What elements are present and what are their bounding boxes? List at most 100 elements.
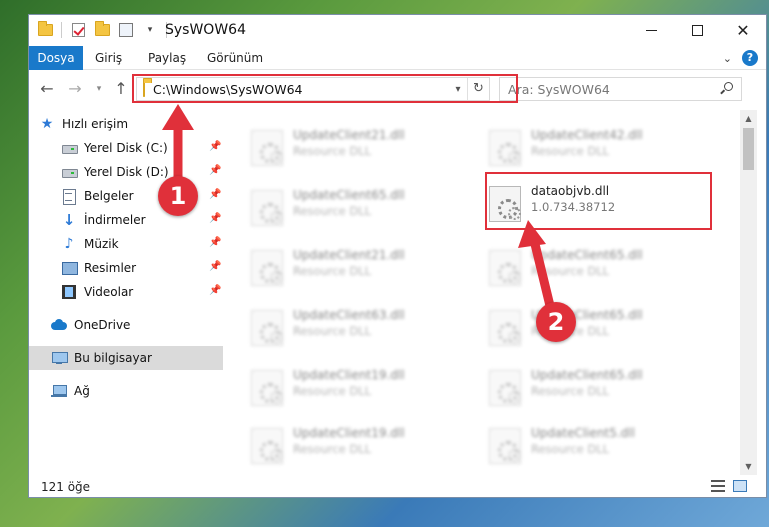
large-icons-view-icon[interactable]	[733, 480, 747, 492]
download-icon: ↓	[62, 211, 76, 229]
sidebar-item-network[interactable]: Ağ	[29, 379, 223, 403]
list-item[interactable]: UpdateClient65.dll Resource DLL	[481, 302, 701, 350]
new-folder-icon[interactable]	[94, 21, 110, 38]
step-badge-2: 2	[536, 302, 576, 342]
back-arrow-icon[interactable]: ←	[37, 79, 57, 99]
file-name: UpdateClient21.dll	[293, 128, 405, 142]
tab-file[interactable]: Dosya	[29, 46, 83, 70]
help-icon[interactable]: ?	[742, 50, 758, 66]
file-type: Resource DLL	[293, 144, 372, 158]
sidebar-item-local-disk-d[interactable]: Yerel Disk (D:) 📌	[29, 160, 223, 184]
sidebar-item-this-pc[interactable]: Bu bilgisayar	[29, 346, 223, 370]
pin-icon[interactable]: 📌	[209, 237, 221, 249]
vertical-scrollbar[interactable]: ▲ ▼	[740, 110, 757, 475]
up-arrow-icon[interactable]: ↑	[111, 79, 131, 99]
disk-icon	[61, 140, 78, 156]
dll-file-icon	[489, 130, 521, 166]
file-list: UpdateClient21.dll Resource DLL UpdateCl…	[223, 110, 741, 475]
navigation-pane: ★ Hızlı erişim Yerel Disk (C:) 📌 Yerel D…	[29, 110, 223, 475]
tab-view[interactable]: Görünüm	[196, 46, 274, 70]
sidebar-item-downloads[interactable]: ↓ İndirmeler 📌	[29, 208, 223, 232]
sidebar-item-music[interactable]: ♪ Müzik 📌	[29, 232, 223, 256]
customize-toolbar-chevron-icon[interactable]: ▾	[142, 22, 158, 38]
ribbon-tabs: Dosya Giriş Paylaş Görünüm ⌄ ?	[29, 46, 766, 70]
address-highlight-box	[132, 74, 518, 103]
sidebar-item-label: OneDrive	[74, 318, 131, 332]
forward-arrow-icon[interactable]: →	[65, 79, 85, 99]
documents-icon	[61, 188, 77, 205]
list-item[interactable]: UpdateClient21.dll Resource DLL	[243, 122, 463, 170]
pin-icon[interactable]: 📌	[209, 285, 221, 297]
sidebar-item-label: Hızlı erişim	[62, 117, 129, 131]
pin-icon[interactable]: 📌	[209, 165, 221, 177]
expand-ribbon-chevron-icon[interactable]: ⌄	[723, 52, 732, 65]
file-type: Resource DLL	[531, 384, 610, 398]
search-box[interactable]: Ara: SysWOW64	[499, 77, 742, 101]
maximize-button[interactable]	[674, 15, 720, 46]
folder-icon	[37, 21, 53, 38]
scroll-up-arrow-icon[interactable]: ▲	[740, 110, 757, 127]
file-name: UpdateClient19.dll	[293, 426, 405, 440]
videos-icon	[61, 284, 77, 300]
sidebar-item-local-disk-c[interactable]: Yerel Disk (C:) 📌	[29, 136, 223, 160]
list-item[interactable]: UpdateClient63.dll Resource DLL	[243, 302, 463, 350]
search-placeholder: Ara: SysWOW64	[508, 82, 610, 97]
file-name: UpdateClient65.dll	[293, 188, 405, 202]
file-explorer-window: ▾ SysWOW64 ✕ Dosya Giriş Paylaş Görünüm …	[28, 14, 767, 498]
tab-share[interactable]: Paylaş	[137, 46, 197, 70]
file-type: Resource DLL	[531, 442, 610, 456]
list-item[interactable]: UpdateClient42.dll Resource DLL	[481, 122, 701, 170]
file-type: Resource DLL	[531, 144, 610, 158]
close-icon: ✕	[736, 21, 750, 40]
list-item[interactable]: UpdateClient19.dll Resource DLL	[243, 362, 463, 410]
file-name: UpdateClient21.dll	[293, 248, 405, 262]
item-count: 121 öğe	[41, 480, 91, 494]
recent-locations-chevron-icon[interactable]: ▾	[89, 79, 109, 99]
close-button[interactable]: ✕	[720, 15, 766, 46]
file-name: UpdateClient65.dll	[531, 248, 643, 262]
sidebar-item-onedrive[interactable]: OneDrive	[29, 313, 223, 337]
dll-file-icon	[251, 250, 283, 286]
sidebar-item-label: Resimler	[84, 261, 137, 275]
file-name: UpdateClient42.dll	[531, 128, 643, 142]
title-bar: ▾ SysWOW64 ✕	[29, 15, 766, 46]
window-title: SysWOW64	[165, 22, 246, 38]
sidebar-item-label: Bu bilgisayar	[74, 351, 152, 365]
pin-icon[interactable]: 📌	[209, 141, 221, 153]
properties-check-icon[interactable]	[70, 22, 86, 38]
dll-file-icon	[251, 130, 283, 166]
maximize-icon	[691, 25, 703, 36]
list-item[interactable]: UpdateClient65.dll Resource DLL	[481, 242, 701, 290]
list-item[interactable]: UpdateClient5.dll Resource DLL	[481, 420, 701, 468]
details-view-icon[interactable]	[711, 480, 725, 492]
file-type: Resource DLL	[293, 264, 372, 278]
scroll-down-arrow-icon[interactable]: ▼	[740, 458, 757, 475]
dll-file-icon	[489, 428, 521, 464]
file-type: Resource DLL	[293, 442, 372, 456]
scrollbar-thumb[interactable]	[743, 128, 754, 170]
file-name: UpdateClient65.dll	[531, 368, 643, 382]
network-icon	[51, 383, 67, 399]
sidebar-item-pictures[interactable]: Resimler 📌	[29, 256, 223, 280]
list-item[interactable]: UpdateClient65.dll Resource DLL	[243, 182, 463, 230]
pin-icon[interactable]: 📌	[209, 213, 221, 225]
sidebar-item-quick-access[interactable]: ★ Hızlı erişim	[39, 112, 233, 136]
disk-icon	[61, 164, 78, 180]
dll-file-icon	[489, 250, 521, 286]
list-item[interactable]: UpdateClient21.dll Resource DLL	[243, 242, 463, 290]
pin-icon[interactable]: 📌	[209, 261, 221, 273]
step-badge-1: 1	[158, 176, 198, 216]
minimize-icon	[645, 30, 657, 31]
list-item[interactable]: UpdateClient65.dll Resource DLL	[481, 362, 701, 410]
pin-icon[interactable]: 📌	[209, 189, 221, 201]
minimize-button[interactable]	[628, 15, 674, 46]
onedrive-icon	[51, 317, 67, 333]
list-item[interactable]: UpdateClient19.dll Resource DLL	[243, 420, 463, 468]
dll-file-icon	[251, 370, 283, 406]
sidebar-item-videos[interactable]: Videolar 📌	[29, 280, 223, 304]
tab-home[interactable]: Giriş	[84, 46, 133, 70]
properties-icon[interactable]	[118, 22, 134, 38]
dll-file-icon	[251, 428, 283, 464]
search-icon[interactable]	[721, 81, 735, 95]
music-icon: ♪	[64, 236, 74, 252]
